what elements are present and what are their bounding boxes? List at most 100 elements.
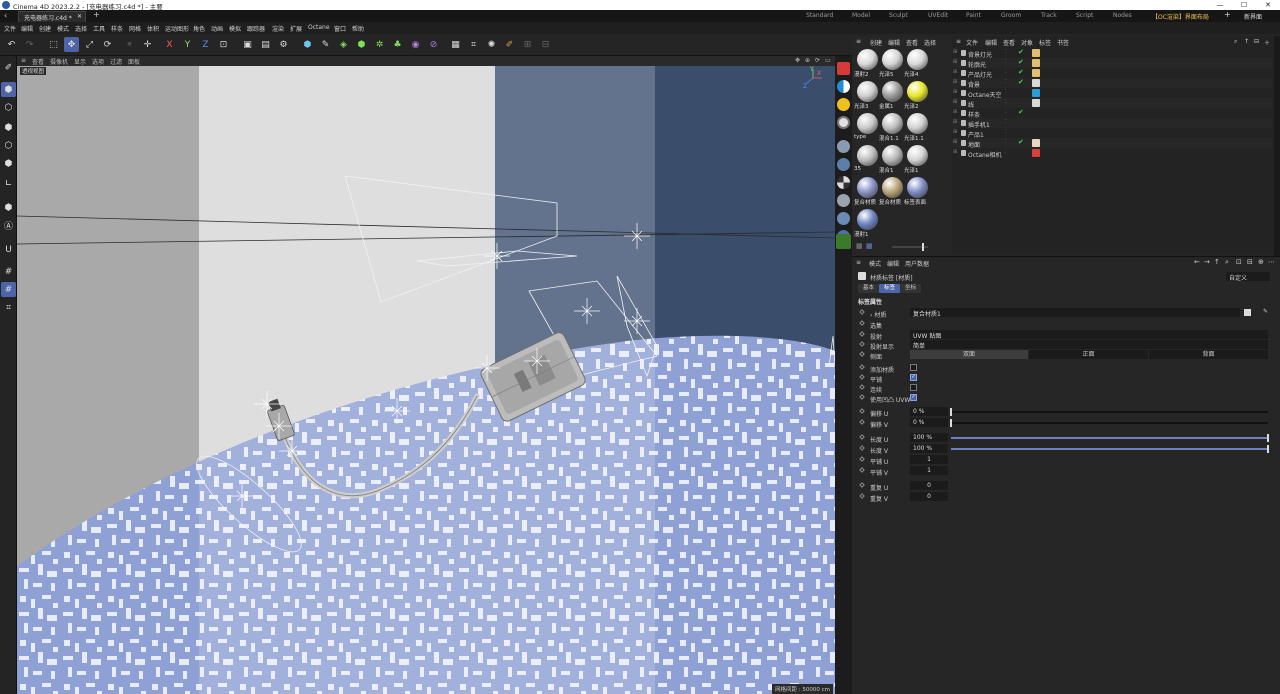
attr-new-icon[interactable]: ⊕ (1258, 258, 1264, 266)
recent-tool-icon[interactable]: ⌖ (122, 37, 137, 52)
field-icon[interactable]: ⊘ (426, 37, 441, 52)
object-menu-edit[interactable]: 编辑 (985, 38, 997, 47)
material-hamburger-icon[interactable]: ≡ (856, 38, 861, 45)
material-swatch[interactable]: 光泽2 (904, 80, 930, 111)
object-tag-icon[interactable] (1032, 149, 1040, 157)
object-menu-file[interactable]: 文件 (966, 38, 978, 47)
keyframe-icon[interactable] (859, 445, 865, 451)
side-option-front[interactable]: 正面 (1029, 350, 1148, 359)
material-menu-create[interactable]: 创建 (870, 38, 882, 47)
visibility-dots-icon[interactable]: ⁚ (1005, 69, 1007, 75)
numeric-field[interactable]: 100 % (910, 433, 948, 442)
attr-forward-icon[interactable]: → (1204, 258, 1210, 266)
object-row[interactable]: ⊞ 轮廓光 ⁚ ✔ (952, 58, 1272, 69)
snapping-grid-icon[interactable]: # (1, 264, 16, 279)
material-swatch[interactable]: 复合材质 (854, 176, 880, 207)
slider-knob[interactable] (950, 419, 952, 427)
attr-menu-userdata[interactable]: 用户数据 (905, 259, 929, 268)
material-swatch[interactable]: 金属1 (879, 80, 905, 111)
workplane-grid-icon[interactable]: # (1, 282, 16, 297)
viewport-rotate-icon[interactable]: ⟳ (815, 57, 820, 64)
layout-paint[interactable]: Paint (966, 12, 981, 19)
menu-mesh[interactable]: 网格 (129, 24, 141, 33)
enabled-check-icon[interactable]: ✔ (1018, 58, 1024, 66)
attr-lock-icon[interactable]: ⊡ (1236, 258, 1242, 266)
material-swatch[interactable]: 光泽1 (904, 144, 930, 175)
enabled-check-icon[interactable]: ✔ (1018, 138, 1024, 146)
menu-extensions[interactable]: 扩展 (290, 24, 302, 33)
light-icon[interactable]: ✺ (484, 37, 499, 52)
numeric-field[interactable]: 0 % (910, 418, 948, 427)
slider-knob[interactable] (950, 408, 952, 416)
attr-hamburger-icon[interactable]: ≡ (856, 259, 861, 266)
expand-icon[interactable]: ⊞ (953, 129, 959, 136)
z-axis-lock-icon[interactable]: Z (198, 37, 213, 52)
layout-model[interactable]: Model (852, 12, 870, 19)
render-view-icon[interactable]: ▣ (240, 37, 255, 52)
expand-icon[interactable]: ⊞ (953, 109, 959, 116)
edges-mode-icon[interactable]: ⬡ (1, 138, 16, 153)
grid-view-icon[interactable]: ▦ (856, 242, 863, 250)
object-tag-icon[interactable] (1032, 99, 1040, 107)
object-hamburger-icon[interactable]: ≡ (956, 38, 961, 45)
viewport-hamburger-icon[interactable]: ≡ (21, 57, 26, 64)
model-mode-icon[interactable]: ⬢ (1, 82, 16, 97)
material-swatch[interactable]: 光泽1.1 (904, 112, 930, 143)
attr-search-icon[interactable]: ⌕ (1225, 258, 1229, 267)
texture-mode-icon[interactable]: ⬡ (1, 100, 16, 115)
expand-icon[interactable]: ⊞ (953, 139, 959, 146)
object-tag-icon[interactable] (1032, 69, 1040, 77)
keyframe-icon[interactable] (859, 351, 865, 357)
material-checker-icon[interactable] (837, 176, 850, 189)
viewport-menu-display[interactable]: 显示 (74, 57, 86, 66)
attr-settings-icon[interactable]: ⋯ (1268, 258, 1275, 266)
keyframe-icon[interactable] (859, 331, 865, 337)
object-menu-tags[interactable]: 标签 (1039, 38, 1051, 47)
menu-volume[interactable]: 体积 (147, 24, 159, 33)
layout-sculpt[interactable]: Sculpt (889, 12, 908, 19)
keyframe-icon[interactable] (859, 309, 865, 315)
object-menu-objects[interactable]: 对象 (1021, 38, 1033, 47)
attr-back-icon[interactable]: ← (1194, 258, 1200, 266)
polygons-mode-icon[interactable]: ⬢ (1, 156, 16, 171)
new-interface-button[interactable]: 新界面 (1244, 12, 1262, 21)
add-layout-button[interactable]: + (1224, 10, 1231, 19)
menu-help[interactable]: 帮助 (352, 24, 364, 33)
material-swatch[interactable]: 标签表面 (904, 176, 930, 207)
object-tag-icon[interactable] (1032, 79, 1040, 87)
coordinate-system-icon[interactable]: ⊡ (216, 37, 231, 52)
spline-pen-icon[interactable]: ✎ (318, 37, 333, 52)
layout-oc-render[interactable]: 【OC渲染】界面布局 (1152, 12, 1209, 21)
object-menu-view[interactable]: 查看 (1003, 38, 1015, 47)
magnet-icon[interactable]: Ս (1, 242, 16, 257)
rotate-tool-icon[interactable]: ⟳ (100, 37, 115, 52)
visibility-dots-icon[interactable]: ⁚ (1005, 119, 1007, 125)
object-tag-icon[interactable] (1032, 49, 1040, 57)
expand-icon[interactable]: ⊞ (953, 79, 959, 86)
value-slider[interactable] (951, 434, 1269, 442)
keyframe-icon[interactable] (859, 384, 865, 390)
object-up-icon[interactable]: ↑ (1244, 38, 1249, 45)
visibility-dots-icon[interactable]: ⁚ (1005, 59, 1007, 65)
expand-icon[interactable]: ⊞ (953, 49, 959, 56)
redo-icon[interactable]: ↷ (22, 37, 37, 52)
x-axis-lock-icon[interactable]: X (162, 37, 177, 52)
axis-mode-icon[interactable]: ∟ (1, 176, 16, 191)
menu-file[interactable]: 文件 (4, 24, 16, 33)
add-tab-button[interactable]: + (93, 10, 100, 19)
menu-window[interactable]: 窗口 (334, 24, 346, 33)
octane-sky-icon[interactable] (837, 80, 850, 93)
layout-script[interactable]: Script (1076, 12, 1093, 19)
menu-spline[interactable]: 样条 (111, 24, 123, 33)
object-row[interactable]: ⊞ 产品1 ⁚ (952, 128, 1272, 139)
material-swatch[interactable]: 漫射2 (854, 48, 880, 79)
tab-coordinates[interactable]: 坐标 (900, 284, 922, 293)
extrude-icon[interactable]: ⬢ (354, 37, 369, 52)
checkbox[interactable] (910, 384, 917, 391)
cloner-icon[interactable]: ✲ (372, 37, 387, 52)
material-swatch[interactable]: 复合材质 (879, 176, 905, 207)
object-row[interactable]: ⊞ 插手机1 ⁚ (952, 118, 1272, 129)
material-swatch[interactable]: 漫射1 (854, 208, 880, 239)
effector-icon[interactable]: ♣ (390, 37, 405, 52)
thumbnail-size-knob[interactable] (922, 243, 924, 251)
